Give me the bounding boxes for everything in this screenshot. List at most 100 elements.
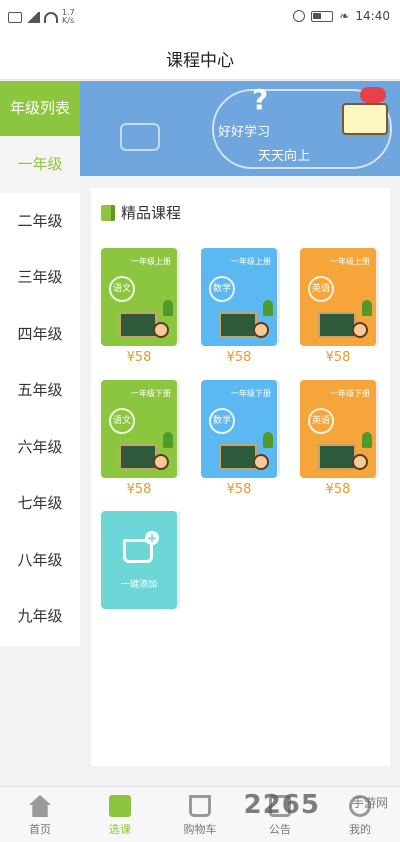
book-icon [101,204,115,221]
section-title: 精品课程 [121,204,182,222]
section-header: 精品课程 [101,202,181,223]
course-cover[interactable]: 一年级上册 语文 [101,248,177,346]
question-mark-illustration: ? [252,83,269,116]
top-header: 课程中心 [0,34,400,80]
course-cover[interactable]: 一年级下册 语文 [101,380,177,478]
course-subject-badge: 语文 [109,408,135,434]
grade-list-heading: 年级列表 [0,81,80,136]
course-subject-badge: 数学 [209,276,235,302]
course-price: ¥58 [126,350,152,365]
grade-item-4[interactable]: 四年级 [0,305,80,362]
student-illustration [253,454,269,470]
network-speed: 1.7 K/s [62,9,75,25]
blackboard-illustration [318,444,356,470]
plant-illustration [362,432,372,448]
course-subject-badge: 数学 [209,408,235,434]
course-cover[interactable]: 一年级上册 英语 [300,248,376,346]
nav-home-label: 首页 [29,823,51,836]
student-illustration [352,454,368,470]
course-price: ¥58 [325,350,351,365]
grade-item-7[interactable]: 七年级 [0,475,80,532]
status-left: 1.7 K/s [8,9,75,25]
course-cover[interactable]: 一年级下册 数学 [201,380,277,478]
page-title: 课程中心 [166,51,234,71]
course-price: ¥58 [226,350,252,365]
grade-item-6[interactable]: 六年级 [0,418,80,475]
course-volume-label: 一年级下册 [231,389,271,398]
nav-home[interactable]: 首页 [0,787,80,842]
course-volume-label: 一年级上册 [231,257,271,266]
network-speed-unit: K/s [62,16,75,25]
grade-sidebar: 年级列表 一年级 二年级 三年级 四年级 五年级 六年级 七年级 八年级 九年级 [0,81,80,646]
plus-icon: + [145,531,159,545]
student-illustration [253,322,269,338]
course-subject-badge: 英语 [308,276,334,302]
course-volume-label: 一年级上册 [131,257,171,266]
nav-profile-label: 我的 [349,823,371,836]
course-price: ¥58 [325,482,351,497]
nav-cart[interactable]: 购物车 [160,787,240,842]
book-illustration [342,103,388,135]
blackboard-illustration [219,312,257,338]
course-card[interactable]: 一年级下册 语文 ¥58 [101,380,177,497]
blackboard-illustration [119,444,157,470]
student-illustration [153,322,169,338]
course-cover[interactable]: 一年级下册 英语 [300,380,376,478]
plant-illustration [163,432,173,448]
course-volume-label: 一年级下册 [330,389,370,398]
blackboard-illustration [219,444,257,470]
course-card[interactable]: 一年级上册 数学 ¥58 [201,248,277,365]
camera-illustration [120,123,160,151]
plant-illustration [263,432,273,448]
student-illustration [352,322,368,338]
course-card[interactable]: 一年级上册 语文 ¥58 [101,248,177,365]
course-card[interactable]: 一年级上册 英语 ¥58 [300,248,376,365]
watermark-brand: 2265 [243,790,320,820]
course-select-icon [109,795,131,817]
sim-icon [8,11,22,23]
course-cover[interactable]: 一年级上册 数学 [201,248,277,346]
signal-icon [26,11,40,23]
grade-item-2[interactable]: 二年级 [0,192,80,249]
course-card[interactable]: 一年级下册 英语 ¥58 [300,380,376,497]
grade-item-3[interactable]: 三年级 [0,249,80,306]
nav-course-select-label: 选课 [109,823,131,836]
banner-slogan-line1: 好好学习 [218,125,271,140]
nav-cart-label: 购物车 [183,823,217,836]
speech-bubble-illustration [360,87,386,103]
nav-course-select[interactable]: 选课 [80,787,160,842]
course-card[interactable]: 一年级下册 数学 ¥58 [201,380,277,497]
course-volume-label: 一年级上册 [330,257,370,266]
plant-illustration [362,300,372,316]
plant-illustration [263,300,273,316]
alarm-icon [293,10,306,22]
add-all-button[interactable]: + 一键添加 [101,511,177,609]
wifi-icon [44,11,58,23]
grade-item-1[interactable]: 一年级 [0,136,80,193]
home-icon [29,795,51,817]
grade-item-8[interactable]: 八年级 [0,531,80,588]
course-volume-label: 一年级下册 [131,389,171,398]
course-price: ¥58 [226,482,252,497]
course-subject-badge: 语文 [109,276,135,302]
plant-illustration [163,300,173,316]
status-time: 14:40 [355,9,390,23]
blackboard-illustration [318,312,356,338]
add-all-label: 一键添加 [120,580,157,590]
battery-icon [311,10,334,22]
promo-banner[interactable]: ? 好好学习 天天向上 [80,81,400,176]
grade-item-5[interactable]: 五年级 [0,362,80,419]
blackboard-illustration [119,312,157,338]
status-right: ❧ 14:40 [293,9,390,23]
course-price: ¥58 [126,482,152,497]
charging-icon: ❧ [339,9,350,23]
nav-notice-label: 公告 [269,823,291,836]
student-illustration [153,454,169,470]
watermark-site: 手游网 [351,796,388,810]
grade-item-9[interactable]: 九年级 [0,588,80,645]
banner-slogan-line2: 天天向上 [258,149,311,164]
course-subject-badge: 英语 [308,408,334,434]
status-bar: 1.7 K/s ❧ 14:40 [0,0,400,34]
course-panel: 精品课程 一年级上册 语文 ¥58 一年级上册 数学 ¥58 一年级上册 英语 [91,188,390,766]
cart-icon [189,795,211,817]
